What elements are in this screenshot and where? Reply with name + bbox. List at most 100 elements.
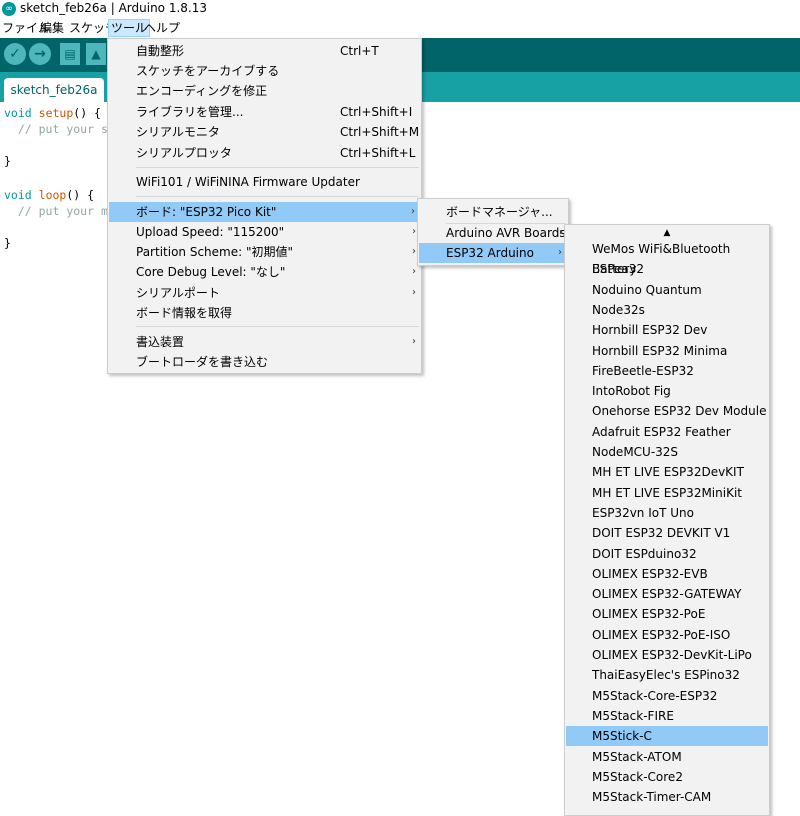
board-option[interactable]: ESPea32 [566, 259, 768, 279]
menu-item-arduino-avr-boards[interactable]: Arduino AVR Boards › [418, 223, 568, 243]
board-option-label: OLIMEX ESP32-EVB [592, 566, 708, 581]
board-option-label: MH ET LIVE ESP32MiniKit [592, 485, 742, 500]
code-line: } [4, 236, 11, 250]
board-option[interactable]: Adafruit ESP32 Feather [566, 422, 768, 442]
menu-item-serial-port[interactable]: シリアルポート › [108, 283, 421, 303]
window-title: sketch_feb26a | Arduino 1.8.13 [20, 1, 208, 15]
board-option-label: M5Stack-Core2 [592, 769, 683, 784]
board-option[interactable]: M5Stack-ATOM [566, 747, 768, 767]
board-option[interactable]: OLIMEX ESP32-PoE-ISO [566, 625, 768, 645]
tab-sketch[interactable]: sketch_feb26a [4, 78, 104, 102]
board-option-label: ESP32vn IoT Uno [592, 505, 694, 520]
board-option-label: OLIMEX ESP32-PoE-ISO [592, 627, 731, 642]
board-option-label: OLIMEX ESP32-DevKit-LiPo [592, 648, 752, 662]
board-option[interactable]: M5Stack-Timer-CAM [566, 787, 768, 807]
board-option-label: Hornbill ESP32 Dev [592, 323, 708, 338]
menu-item-fix-encoding[interactable]: エンコーディングを修正 [108, 81, 421, 101]
chevron-right-icon: › [412, 246, 416, 257]
board-option-label: Onehorse ESP32 Dev Module [592, 404, 767, 419]
scroll-up-arrow-icon[interactable]: ▲ [565, 226, 769, 240]
chevron-right-icon: › [412, 336, 416, 347]
board-option[interactable]: NodeMCU-32S [566, 442, 768, 462]
board-option[interactable]: M5Stick-C [566, 726, 768, 747]
board-option-label: IntoRobot Fig [592, 384, 671, 399]
board-option[interactable]: Hornbill ESP32 Minima [566, 341, 768, 361]
chevron-right-icon: › [411, 206, 415, 217]
chevron-right-icon: › [412, 266, 416, 277]
board-option[interactable]: OLIMEX ESP32-GATEWAY [566, 584, 768, 604]
open-up-arrow-icon[interactable]: ▲ [86, 43, 106, 65]
menu-item-manage-libraries[interactable]: ライブラリを管理... Ctrl+Shift+I [108, 102, 421, 122]
board-option[interactable]: M5Stack-Core2 [566, 767, 768, 787]
menu-help[interactable]: ヘルプ [142, 20, 182, 36]
board-option[interactable]: M5Stack-Core-ESP32 [566, 686, 768, 706]
chevron-right-icon: › [559, 227, 563, 238]
menu-separator [136, 167, 419, 168]
board-option-label: DOIT ESPduino32 [592, 546, 697, 561]
upload-arrow-icon[interactable]: → [29, 43, 51, 65]
menu-edit[interactable]: 編集 [38, 20, 66, 36]
chevron-right-icon: › [412, 226, 416, 237]
menu-item-auto-format[interactable]: 自動整形 Ctrl+T [108, 41, 421, 61]
board-option[interactable]: OLIMEX ESP32-DevKit-LiPo [566, 645, 768, 665]
board-option-label: Noduino Quantum [592, 282, 702, 297]
tools-menu: 自動整形 Ctrl+T スケッチをアーカイブする エンコーディングを修正 ライブラ… [107, 38, 422, 374]
board-option[interactable]: Hornbill ESP32 Dev [566, 320, 768, 340]
board-option[interactable]: Node32s [566, 300, 768, 320]
chevron-right-icon: › [558, 247, 562, 258]
menu-item-core-debug-level[interactable]: Core Debug Level: "なし" › [108, 262, 421, 282]
board-option[interactable]: DOIT ESPduino32 [566, 544, 768, 564]
board-option-label: DOIT ESP32 DEVKIT V1 [592, 526, 731, 541]
board-option[interactable]: WeMos WiFi&Bluetooth Battery [566, 239, 768, 276]
menu-item-archive-sketch[interactable]: スケッチをアーカイブする [108, 61, 421, 81]
board-option-label: M5Stack-FIRE [592, 708, 674, 723]
board-option[interactable]: FireBeetle-ESP32 [566, 361, 768, 381]
menu-bar: ファイル 編集 スケッチ ツール ヘルプ [0, 18, 800, 38]
code-line: // put your m [17, 204, 108, 218]
board-option[interactable]: ThaiEasyElec's ESPino32 [566, 665, 768, 685]
menu-item-upload-speed[interactable]: Upload Speed: "115200" › [108, 222, 421, 242]
board-option-label: ESPea32 [592, 262, 645, 277]
board-option[interactable]: IntoRobot Fig [566, 381, 768, 401]
board-option-label: MH ET LIVE ESP32DevKIT [592, 465, 744, 480]
board-option[interactable]: M5Stack-FIRE [566, 706, 768, 726]
board-option-label: M5Stack-Core-ESP32 [592, 688, 718, 703]
board-option-label: FireBeetle-ESP32 [592, 363, 694, 378]
menu-item-board-manager[interactable]: ボードマネージャ... [418, 202, 568, 222]
board-option[interactable]: ESP32vn IoT Uno [566, 503, 768, 523]
menu-item-burn-bootloader[interactable]: ブートローダを書き込む [108, 352, 421, 372]
code-line: void setup() { [4, 106, 101, 120]
code-line: } [4, 154, 11, 168]
menu-item-board-info[interactable]: ボード情報を取得 [108, 303, 421, 323]
board-option-label: M5Stack-Timer-CAM [592, 790, 712, 805]
board-option-label: M5Stick-C [592, 729, 652, 744]
board-option[interactable]: MH ET LIVE ESP32MiniKit [566, 483, 768, 503]
menu-item-programmer[interactable]: 書込装置 › [108, 332, 421, 352]
code-line: void loop() { [4, 188, 95, 202]
board-option-label: M5Stack-ATOM [592, 749, 682, 764]
menu-item-partition-scheme[interactable]: Partition Scheme: "初期値" › [108, 242, 421, 262]
menu-item-firmware-updater[interactable]: WiFi101 / WiFiNINA Firmware Updater [108, 172, 421, 192]
board-option[interactable]: OLIMEX ESP32-PoE [566, 604, 768, 624]
menu-separator [136, 196, 419, 197]
menu-item-serial-plotter[interactable]: シリアルプロッタ Ctrl+Shift+L [108, 143, 421, 163]
verify-check-icon[interactable]: ✓ [4, 43, 26, 65]
menu-item-esp32-arduino[interactable]: ESP32 Arduino › [419, 243, 567, 263]
menu-item-board[interactable]: ボード: "ESP32 Pico Kit" › [109, 202, 420, 222]
arduino-logo-icon: ∞ [2, 2, 16, 16]
board-option[interactable]: Noduino Quantum [566, 280, 768, 300]
menu-item-serial-monitor[interactable]: シリアルモニタ Ctrl+Shift+M [108, 122, 421, 142]
board-option-label: ThaiEasyElec's ESPino32 [592, 668, 740, 683]
code-line: // put your s [17, 122, 108, 136]
board-option[interactable]: Onehorse ESP32 Dev Module [566, 401, 768, 421]
esp32-boards-submenu: ▲ WeMos WiFi&Bluetooth Battery ESPea32 Nod… [564, 224, 770, 816]
board-option[interactable]: OLIMEX ESP32-EVB [566, 564, 768, 584]
board-option-label: Adafruit ESP32 Feather [592, 424, 731, 439]
board-option-label: NodeMCU-32S [592, 445, 679, 459]
board-option[interactable]: MH ET LIVE ESP32DevKIT [566, 462, 768, 482]
title-bar: ∞ sketch_feb26a | Arduino 1.8.13 [0, 0, 800, 18]
board-option[interactable]: DOIT ESP32 DEVKIT V1 [566, 523, 768, 543]
new-file-icon[interactable]: ▤ [60, 43, 80, 65]
board-option-label: OLIMEX ESP32-GATEWAY [592, 587, 742, 602]
board-option-label: Hornbill ESP32 Minima [592, 343, 728, 358]
